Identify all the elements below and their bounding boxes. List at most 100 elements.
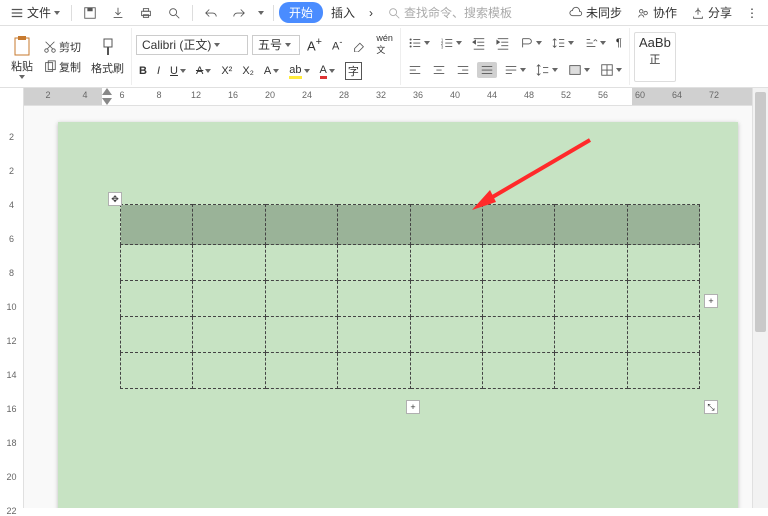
search-placeholder: 查找命令、搜索模板 [404, 4, 512, 21]
text-direction-button[interactable] [517, 35, 545, 51]
collab-button[interactable]: 协作 [630, 2, 683, 23]
style-normal[interactable]: AaBb 正 [634, 32, 676, 82]
bold-button[interactable]: B [136, 64, 150, 78]
print-icon [139, 6, 153, 20]
preview-button[interactable] [161, 4, 187, 22]
sync-button[interactable]: 未同步 [563, 2, 628, 23]
align-justify-button[interactable] [477, 62, 497, 78]
shading-icon [568, 63, 582, 77]
grow-font-icon: A+ [307, 36, 322, 53]
document-table[interactable] [120, 204, 700, 389]
numbering-button[interactable]: 123 [437, 35, 465, 51]
page[interactable]: ✥ + + ⤡ [58, 122, 738, 508]
font-size-select[interactable]: 五号 [252, 35, 300, 55]
cut-button[interactable]: 剪切 [40, 38, 84, 56]
shrink-font-button[interactable]: A- [329, 36, 345, 54]
highlight-icon: ab [289, 64, 301, 79]
tab-more[interactable]: › [363, 4, 379, 22]
share-button[interactable]: 分享 [685, 2, 738, 23]
phonetic-guide-button[interactable]: wén文 [373, 32, 396, 57]
cut-label: 剪切 [59, 39, 81, 55]
caret-down-icon [424, 41, 430, 45]
font-name-select[interactable]: Calibri (正文) [136, 35, 248, 55]
command-search[interactable]: 查找命令、搜索模板 [381, 4, 518, 21]
table-add-row-handle[interactable]: + [406, 400, 420, 414]
grow-font-button[interactable]: A+ [304, 35, 325, 54]
styles-group: AaBb 正 [630, 28, 680, 85]
bullets-button[interactable] [405, 35, 433, 51]
subscript-button[interactable]: X₂ [239, 64, 257, 78]
vertical-ruler[interactable]: 2246810121416182022 [0, 88, 24, 508]
copy-button[interactable]: 复制 [40, 58, 84, 76]
align-left-button[interactable] [405, 62, 425, 78]
change-case-button[interactable]: A [261, 64, 282, 78]
paste-button[interactable]: 粘贴 [8, 34, 36, 80]
save-button[interactable] [77, 4, 103, 22]
paste-label: 粘贴 [11, 58, 33, 74]
distribute-icon [504, 63, 518, 77]
export-icon [111, 6, 125, 20]
more-button[interactable]: ⋮ [740, 4, 764, 22]
redo-button[interactable] [226, 4, 252, 22]
align-center-button[interactable] [429, 62, 449, 78]
shading-button[interactable] [565, 62, 593, 78]
show-marks-button[interactable]: ¶ [613, 36, 625, 50]
style-preview: AaBb [639, 35, 671, 50]
table-add-col-handle[interactable]: + [704, 294, 718, 308]
undo-button[interactable] [198, 4, 224, 22]
file-menu-label: 文件 [27, 4, 51, 21]
line-spacing-button[interactable] [549, 35, 577, 51]
indent-inc-icon [496, 36, 510, 50]
strike-button[interactable]: A [193, 64, 214, 78]
horizontal-ruler[interactable]: 2468121620242832364044485256606472 [24, 88, 752, 106]
indent-dec-button[interactable] [469, 35, 489, 51]
format-painter-label: 格式刷 [91, 60, 124, 76]
font-name-value: Calibri (正文) [142, 36, 211, 53]
case-icon: A [264, 65, 271, 77]
caret-down-icon [329, 69, 335, 73]
borders-button[interactable] [597, 62, 625, 78]
highlight-button[interactable]: ab [286, 63, 312, 80]
export-button[interactable] [105, 4, 131, 22]
font-color-button[interactable]: A [317, 63, 338, 80]
align-right-button[interactable] [453, 62, 473, 78]
char-border-button[interactable]: 字 [342, 61, 365, 81]
line-spacing-icon [552, 36, 566, 50]
hanging-indent-marker[interactable] [102, 98, 112, 105]
caret-down-icon [456, 41, 462, 45]
scrollbar-thumb[interactable] [755, 92, 766, 332]
save-icon [83, 6, 97, 20]
paragraph-group: 123 ¶ [401, 28, 630, 85]
style-name-label: 正 [649, 51, 660, 67]
caret-down-icon [273, 69, 279, 73]
copy-icon [43, 60, 57, 74]
italic-button[interactable]: I [154, 64, 163, 78]
para-spacing-button[interactable] [533, 62, 561, 78]
clear-format-button[interactable] [349, 37, 369, 53]
borders-icon [600, 63, 614, 77]
first-line-indent-marker[interactable] [102, 88, 112, 95]
italic-icon: I [157, 65, 160, 77]
indent-inc-button[interactable] [493, 35, 513, 51]
document-viewport[interactable]: ✥ + + ⤡ [24, 106, 752, 508]
table-move-handle[interactable]: ✥ [108, 192, 122, 206]
hamburger-icon [10, 6, 24, 20]
divider [273, 5, 274, 21]
underline-button[interactable]: U [167, 64, 189, 78]
caret-down-icon [54, 11, 60, 15]
caret-down-icon [205, 69, 211, 73]
print-button[interactable] [133, 4, 159, 22]
superscript-button[interactable]: X² [218, 64, 235, 78]
caret-down-icon [536, 41, 542, 45]
vertical-scrollbar[interactable] [752, 88, 768, 508]
caret-down-icon [616, 68, 622, 72]
sort-button[interactable] [581, 35, 609, 51]
format-painter-button[interactable]: 格式刷 [88, 36, 127, 77]
tab-start[interactable]: 开始 [279, 2, 323, 23]
tab-insert[interactable]: 插入 [325, 2, 361, 23]
preview-icon [167, 6, 181, 20]
numbering-icon: 123 [440, 36, 454, 50]
table-resize-handle[interactable]: ⤡ [704, 400, 718, 414]
file-menu[interactable]: 文件 [4, 2, 66, 23]
distribute-button[interactable] [501, 62, 529, 78]
